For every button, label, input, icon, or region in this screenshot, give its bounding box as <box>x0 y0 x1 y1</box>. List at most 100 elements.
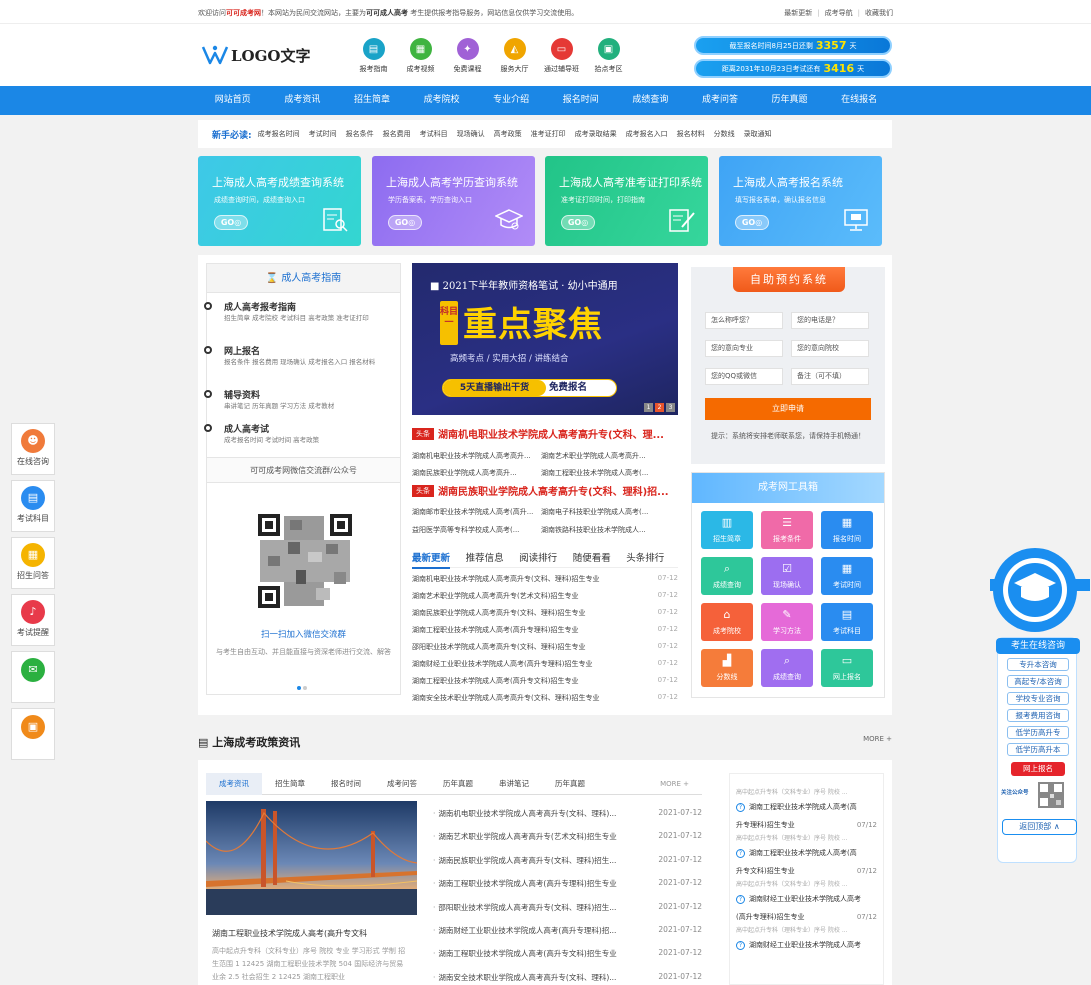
policy-row[interactable]: 湖南安全技术职业学院成人高考高升专(文科、理科)...2021-07-12 <box>433 972 702 985</box>
back-to-top-button[interactable]: 返回顶部 ∧ <box>1002 819 1077 835</box>
tab-latest[interactable]: 最新更新 <box>412 553 451 569</box>
tool-exam-time[interactable]: ▦ 考试时间 <box>821 557 873 595</box>
tool-subjects[interactable]: ▤ 考试科目 <box>821 603 873 641</box>
ptab-past-exams-2[interactable]: 历年真题 <box>542 773 598 795</box>
signup-system-card[interactable]: 上海成人高考报名系统 填写报名表单，确认报名信息 GO◎ <box>719 156 882 246</box>
apply-button[interactable]: 立即申请 <box>705 398 871 420</box>
newbie-link[interactable]: 准考证打印 <box>531 129 566 139</box>
consult-low-to-college[interactable]: 低学历高升专 <box>1007 726 1069 739</box>
tab-read-rank[interactable]: 阅读排行 <box>519 553 557 564</box>
admission-ticket-card[interactable]: 上海成人高考准考证打印系统 准考证打印时间，打印指南 GO◎ <box>545 156 708 246</box>
policy-row[interactable]: 湖南艺术职业学院成人高考高升专(艺术文科)招生专业2021-07-12 <box>433 831 702 854</box>
policy-row[interactable]: 邵阳职业技术学院成人高考高升专(文科、理科)招生...2021-07-12 <box>433 902 702 925</box>
nav-signup-time[interactable]: 报名时间 <box>546 86 616 115</box>
sub-link[interactable]: 湖南铁路科技职业技术学院成人... <box>541 525 670 535</box>
photo-caption[interactable]: 湖南工程职业技术学院成人高考(高升专文科 <box>212 928 367 939</box>
ptab-admissions[interactable]: 招生简章 <box>262 773 318 795</box>
bookmark-link[interactable]: 收藏我们 <box>865 9 893 17</box>
newbie-link[interactable]: 现场确认 <box>457 129 485 139</box>
tool-conditions[interactable]: ☰ 报考条件 <box>761 511 813 549</box>
consult-school-major[interactable]: 学校专业咨询 <box>1007 692 1069 705</box>
go-button[interactable]: GO◎ <box>214 215 248 230</box>
consult-upgrade[interactable]: 专升本咨询 <box>1007 658 1069 671</box>
nav-score-query[interactable]: 成绩查询 <box>616 86 686 115</box>
ptab-signup-time[interactable]: 报名时间 <box>318 773 374 795</box>
news-row[interactable]: 湖南财经工业职业技术学院成人高考(高升专理科)招生专业 07-12 <box>412 659 678 676</box>
policy-row[interactable]: 湖南财经工业职业技术学院成人高考(高升专理科)招...2021-07-12 <box>433 925 702 948</box>
newbie-link[interactable]: 报名费用 <box>383 129 411 139</box>
policy-row[interactable]: 湖南工程职业技术学院成人高考(高升专文科)招生专业2021-07-12 <box>433 948 702 971</box>
qa-item[interactable]: ? 湖南工程职业技术学院成人高考(高 升专理科)招生专业 07/12 高中起点升专科（理… <box>730 798 883 844</box>
quick-course[interactable]: ✦ 免费课程 <box>444 38 491 74</box>
headline[interactable]: 头条 湖南机电职业技术学院成人高考高升专(文科、理... <box>412 426 678 440</box>
bridge-photo[interactable] <box>206 801 417 915</box>
ptab-notes[interactable]: 串讲笔记 <box>486 773 542 795</box>
pager-3[interactable]: 3 <box>666 403 675 412</box>
score-query-card[interactable]: 上海成人高考成绩查询系统 成绩查询时间，成绩查询入口 GO◎ <box>198 156 361 246</box>
newbie-link[interactable]: 成考录取结果 <box>575 129 617 139</box>
degree-query-card[interactable]: 上海成人高考学历查询系统 学历备案表，学历查询入口 GO◎ <box>372 156 535 246</box>
promo-signup-bar[interactable]: 5天直播输出干货 免费报名 <box>442 379 617 397</box>
tool-schools[interactable]: ⌂ 成考院校 <box>701 603 753 641</box>
news-row[interactable]: 湖南艺术职业学院成人高考高升专(艺术文科)招生专业 07-12 <box>412 591 678 608</box>
carousel-dots[interactable] <box>296 683 308 692</box>
nav-home[interactable]: 网站首页 <box>198 86 268 115</box>
float-wechat[interactable]: ✉ <box>11 651 55 703</box>
newbie-link[interactable]: 考试科目 <box>420 129 448 139</box>
school-input[interactable]: 您的意向院校 <box>791 340 869 357</box>
remark-input[interactable]: 备注（可不填） <box>791 368 869 385</box>
quick-video[interactable]: ▦ 成考视频 <box>397 38 444 74</box>
phone-input[interactable]: 您的电话是？ <box>791 312 869 329</box>
nav-news[interactable]: 成考资讯 <box>268 86 338 115</box>
site-nav-link[interactable]: 成考导航 <box>825 9 853 17</box>
sub-link[interactable]: 湖南电子科技职业学院成人高考(... <box>541 507 670 517</box>
nav-schools[interactable]: 成考院校 <box>407 86 477 115</box>
tool-study-method[interactable]: ✎ 学习方法 <box>761 603 813 641</box>
go-button[interactable]: GO◎ <box>388 215 422 230</box>
sub-link[interactable]: 湖南邮市职业技术学院成人高考(高升... <box>412 507 541 517</box>
consult-high-start[interactable]: 高起专/本咨询 <box>1007 675 1069 688</box>
nav-admissions[interactable]: 招生简章 <box>337 86 407 115</box>
qq-wechat-input[interactable]: 您的QQ或微信 <box>705 368 783 385</box>
sub-link[interactable]: 湖南民族职业学院成人高考高升... <box>412 468 541 478</box>
quick-guide[interactable]: ▤ 报考指南 <box>350 38 397 74</box>
sub-link[interactable]: 湖南工程职业技术学院成人高考(... <box>541 468 670 478</box>
nav-online-signup[interactable]: 在线报名 <box>824 86 894 115</box>
news-row[interactable]: 湖南民族职业学院成人高考高升专(文科、理科)招生专业 07-12 <box>412 608 678 625</box>
quick-class[interactable]: ▭ 通过辅导班 <box>538 38 585 74</box>
site-name-link[interactable]: 可可成考网 <box>226 9 261 17</box>
float-exam-subjects[interactable]: ▤ 考试科目 <box>11 480 55 532</box>
tool-onsite-confirm[interactable]: ☑ 现场确认 <box>761 557 813 595</box>
latest-update-link[interactable]: 最新更新 <box>784 9 812 17</box>
tab-headline-rank[interactable]: 头条排行 <box>626 553 664 564</box>
news-row[interactable]: 湖南工程职业技术学院成人高考(高升专文科)招生专业 07-12 <box>412 676 678 693</box>
qa-item[interactable]: ? 湖南财经工业职业技术学院成人高考 (高升专理科)招生专业 07/12 高中起点升专科… <box>730 890 883 936</box>
news-row[interactable]: 湖南工程职业技术学院成人高考(高升专理科)招生专业 07-12 <box>412 625 678 642</box>
tab-random[interactable]: 随便看看 <box>573 553 611 564</box>
tool-admissions[interactable]: ▥ 招生简章 <box>701 511 753 549</box>
headline[interactable]: 头条 湖南民族职业学院成人高考高升专(文科、理科)招... <box>412 483 678 497</box>
logo[interactable]: LOGO文字 <box>201 42 311 68</box>
consult-low-to-bachelor[interactable]: 低学历高升本 <box>1007 743 1069 756</box>
float-admission-qa[interactable]: ▦ 招生问答 <box>11 537 55 589</box>
name-input[interactable]: 怎么称呼您？ <box>705 312 783 329</box>
qa-item[interactable]: ? 湖南工程职业技术学院成人高考(高 升专文科)招生专业 07/12 高中起点升专科（文… <box>730 844 883 890</box>
policy-more-link[interactable]: MORE + <box>863 735 892 743</box>
ptab-news[interactable]: 成考资讯 <box>206 773 262 795</box>
tab-recommend[interactable]: 推荐信息 <box>466 553 504 564</box>
newbie-link[interactable]: 成考报名时间 <box>258 129 300 139</box>
float-print[interactable]: ▣ <box>11 708 55 760</box>
newbie-link[interactable]: 报名条件 <box>346 129 374 139</box>
scan-join-link[interactable]: 扫一扫加入微信交流群 <box>207 628 400 640</box>
ptabs-more-link[interactable]: MORE + <box>647 773 702 795</box>
nav-majors[interactable]: 专业介绍 <box>476 86 546 115</box>
sub-link[interactable]: 益阳医学高等专科学校成人高考(... <box>412 525 541 535</box>
newbie-link[interactable]: 报名材料 <box>677 129 705 139</box>
ptab-qa[interactable]: 成考问答 <box>374 773 430 795</box>
tool-score-query[interactable]: ⌕ 成绩查询 <box>701 557 753 595</box>
tool-online-signup[interactable]: ▭ 网上报名 <box>821 649 873 687</box>
newbie-link[interactable]: 高考政策 <box>494 129 522 139</box>
go-button[interactable]: GO◎ <box>561 215 595 230</box>
ptab-past-exams[interactable]: 历年真题 <box>430 773 486 795</box>
float-online-consult[interactable]: ☻ 在线咨询 <box>11 423 55 475</box>
